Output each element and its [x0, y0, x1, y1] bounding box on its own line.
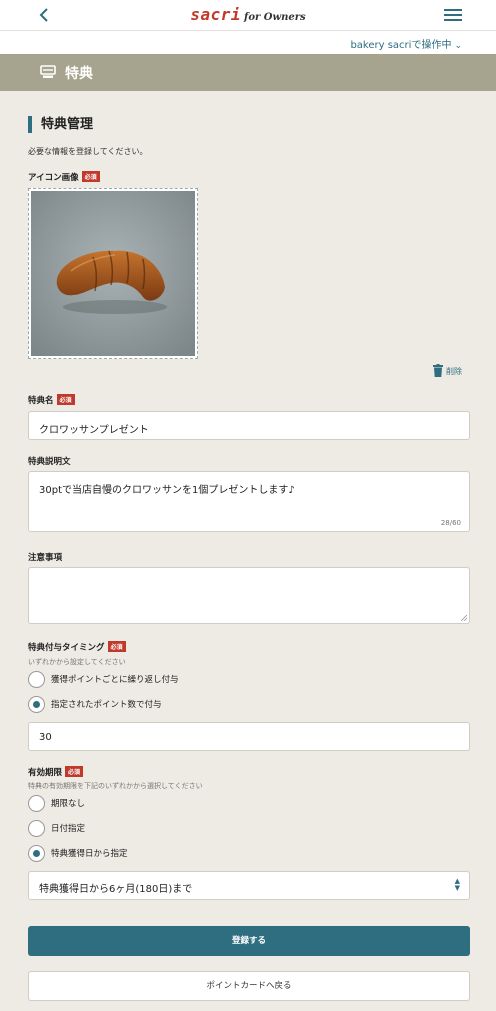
expiry-period-select[interactable]: 特典獲得日から6ヶ月(180日)まで ▲ ▼: [28, 871, 470, 900]
expiry-option-label: 日付指定: [51, 824, 86, 834]
logo-brand: sacri: [190, 5, 242, 24]
timing-option-fixed[interactable]: 指定されたポイント数で付与: [28, 696, 162, 713]
expiry-label: 有効期限 必須: [28, 766, 84, 778]
logo-sub: for Owners: [244, 12, 306, 23]
store-switcher[interactable]: bakery sacriで操作中 ⌄: [350, 36, 462, 51]
page-title: 特典: [65, 66, 93, 82]
expiry-label-text: 有効期限: [28, 768, 63, 778]
required-badge: 必須: [107, 641, 126, 652]
icon-image-upload[interactable]: [28, 188, 198, 359]
notes-textarea[interactable]: [28, 567, 470, 624]
page-header-band: 特典: [0, 54, 496, 91]
timing-option-label: 獲得ポイントごとに繰り返し付与: [51, 675, 179, 685]
radio-button-selected[interactable]: [28, 696, 45, 713]
benefit-description-label: 特典説明文: [28, 457, 71, 467]
radio-button[interactable]: [28, 671, 45, 688]
store-bar: bakery sacriで操作中 ⌄: [0, 31, 496, 54]
expiry-option-label: 期限なし: [51, 799, 86, 809]
radio-button-selected[interactable]: [28, 845, 45, 862]
benefit-name-label-text: 特典名: [28, 396, 54, 406]
required-badge: 必須: [81, 171, 100, 182]
resize-handle-icon[interactable]: [461, 615, 467, 621]
expiry-period-value: 特典獲得日から6ヶ月(180日)まで: [39, 884, 193, 895]
timing-option-repeat[interactable]: 獲得ポイントごとに繰り返し付与: [28, 671, 179, 688]
croissant-image: [31, 191, 195, 356]
top-bar: sacri for Owners: [0, 0, 496, 31]
icon-image-label: アイコン画像 必須: [28, 171, 100, 183]
delete-image-button[interactable]: 削除: [433, 364, 462, 377]
benefit-description-textarea[interactable]: 30ptで当店自慢のクロワッサンを1個プレゼントします♪ 28/60: [28, 471, 470, 532]
benefit-name-label: 特典名 必須: [28, 394, 75, 406]
benefit-name-input[interactable]: クロワッサンプレゼント: [28, 411, 470, 440]
expiry-option-none[interactable]: 期限なし: [28, 795, 85, 812]
timing-hint: いずれかから設定してください: [28, 658, 126, 666]
section-intro: 必要な情報を登録してください。: [28, 147, 148, 156]
app-logo[interactable]: sacri for Owners: [0, 5, 496, 24]
expiry-option-label: 特典獲得日から指定: [51, 849, 128, 859]
register-icon: [40, 65, 56, 78]
section-title: 特典管理: [28, 116, 93, 133]
expiry-option-date[interactable]: 日付指定: [28, 820, 85, 837]
chevron-down-icon: ⌄: [454, 41, 462, 51]
submit-button[interactable]: 登録する: [28, 926, 470, 956]
expiry-hint: 特典の有効期限を下記のいずれかから選択してください: [28, 782, 203, 790]
menu-icon[interactable]: [444, 7, 462, 23]
trash-icon: [433, 364, 443, 377]
points-input[interactable]: 30: [28, 722, 470, 751]
benefit-description-text: 30ptで当店自慢のクロワッサンを1個プレゼントします♪: [39, 485, 295, 496]
expiry-option-from-acquired[interactable]: 特典獲得日から指定: [28, 845, 128, 862]
timing-label: 特典付与タイミング 必須: [28, 641, 126, 653]
required-badge: 必須: [65, 766, 84, 777]
select-arrows-icon: ▲ ▼: [454, 877, 460, 892]
timing-label-text: 特典付与タイミング: [28, 643, 105, 653]
store-switcher-label: bakery sacriで操作中: [350, 40, 452, 51]
icon-image-label-text: アイコン画像: [28, 173, 79, 183]
timing-option-label: 指定されたポイント数で付与: [51, 700, 162, 710]
required-badge: 必須: [56, 394, 75, 405]
character-counter: 28/60: [440, 519, 461, 527]
radio-button[interactable]: [28, 820, 45, 837]
radio-button[interactable]: [28, 795, 45, 812]
notes-label: 注意事項: [28, 553, 63, 563]
back-to-point-card-button[interactable]: ポイントカードへ戻る: [28, 971, 470, 1001]
delete-image-label: 削除: [446, 367, 462, 376]
